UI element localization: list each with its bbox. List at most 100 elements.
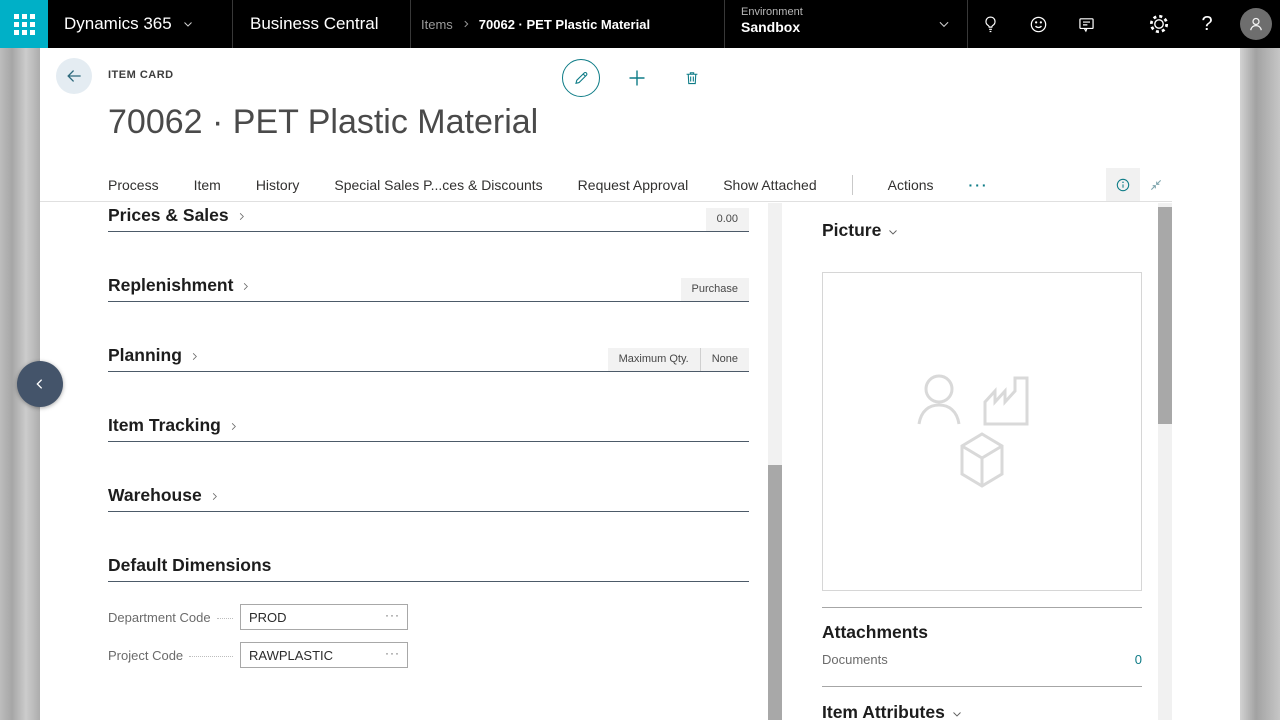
chevron-down-icon [887,226,899,238]
pencil-icon [571,68,591,88]
suite-name[interactable]: Business Central [250,0,379,48]
feedback-message-button[interactable] [1062,0,1110,48]
menu-process[interactable]: Process [108,177,159,193]
person-icon [1246,14,1266,34]
insights-button[interactable] [966,0,1014,48]
department-code-label: Department Code [108,610,211,625]
settings-button[interactable] [1135,0,1183,48]
menu-right-controls [1106,168,1172,202]
dynamics365-menu[interactable]: Dynamics 365 [64,0,194,48]
documents-count-link[interactable]: 0 [1135,652,1142,667]
section-default-dimensions-header[interactable]: Default Dimensions [108,555,271,576]
edit-button[interactable] [562,59,600,97]
assist-edit-button[interactable]: ··· [383,608,407,626]
suite-name-label: Business Central [250,14,379,34]
department-code-input[interactable] [241,610,383,625]
menu-request-approval[interactable]: Request Approval [578,177,689,193]
picture-title: Picture [822,220,881,241]
delete-button[interactable] [679,65,705,91]
breadcrumb-items-link[interactable]: Items [421,17,453,32]
plus-icon [625,66,649,90]
menu-show-attached[interactable]: Show Attached [723,177,816,193]
section-planning: Planning Maximum Qty. None [108,345,749,372]
section-summary-badge: 0.00 [706,208,749,231]
trash-icon [682,68,702,88]
product-name: Dynamics 365 [64,14,172,34]
section-summary-badge: Purchase [681,278,749,301]
attachments-title: Attachments [822,622,928,643]
speech-bubble-icon [1076,14,1097,35]
cube-outline-icon [962,434,1002,486]
menu-divider [852,175,853,195]
account-avatar[interactable] [1240,8,1272,40]
section-label: Item Tracking [108,415,221,436]
chevron-right-icon [209,491,220,502]
feedback-smiley-button[interactable] [1014,0,1062,48]
chevron-right-icon [189,351,200,362]
section-replenishment-header[interactable]: Replenishment [108,275,251,296]
section-label: Planning [108,345,182,366]
new-button[interactable] [624,65,650,91]
dotted-leader [217,618,233,619]
business-central-item-card-page: Dynamics 365 Business Central Items 7006… [0,0,1280,720]
factbox-scrollbar-track[interactable] [1158,203,1172,720]
lightbulb-icon [980,14,1001,35]
topbar-divider [410,0,411,48]
person-outline-icon [919,376,959,424]
item-placeholder-icon [907,362,1057,502]
topbar-divider [232,0,233,48]
menu-history[interactable]: History [256,177,300,193]
section-warehouse-header[interactable]: Warehouse [108,485,220,506]
chevron-down-icon [182,18,194,30]
fit-to-window-button[interactable] [1140,168,1172,201]
section-summary-badge: None [701,348,749,371]
smiley-icon [1028,14,1049,35]
info-icon [1114,176,1132,194]
factbox-divider [822,607,1142,608]
factbox-info-toggle[interactable] [1106,168,1140,201]
documents-row: Documents 0 [822,652,1142,667]
menu-item[interactable]: Item [194,177,221,193]
chevron-right-icon [240,281,251,292]
main-scrollbar-track[interactable] [768,203,782,720]
collapse-arrows-icon [1148,177,1164,193]
section-label: Replenishment [108,275,233,296]
section-prices-sales-header[interactable]: Prices & Sales [108,205,247,226]
project-code-input[interactable] [241,648,383,663]
page-caption: ITEM CARD [108,69,174,81]
section-prices-sales: Prices & Sales 0.00 [108,205,749,232]
arrow-left-icon [64,66,84,86]
section-planning-header[interactable]: Planning [108,345,200,366]
factory-outline-icon [985,378,1027,424]
item-attributes-section-header[interactable]: Item Attributes [822,702,963,720]
menu-special-sales-prices-discounts[interactable]: Special Sales P...ces & Discounts [334,177,542,193]
help-button[interactable]: ? [1183,0,1231,48]
menu-actions[interactable]: Actions [888,177,934,193]
item-attributes-title: Item Attributes [822,702,945,720]
main-scrollbar-thumb[interactable] [768,465,782,720]
chevron-down-icon [937,17,951,31]
item-card: ITEM CARD 70062 · PET Plastic Material P… [40,48,1240,720]
assist-edit-button[interactable]: ··· [383,646,407,664]
app-launcher-button[interactable] [0,0,48,48]
department-code-inputbox: ··· [240,604,408,630]
section-item-tracking-header[interactable]: Item Tracking [108,415,239,436]
project-code-inputbox: ··· [240,642,408,668]
picture-section-header[interactable]: Picture [822,220,899,241]
breadcrumb-current: 70062 · PET Plastic Material [479,17,650,32]
section-label: Default Dimensions [108,555,271,576]
item-picture-placeholder [822,272,1142,591]
section-label: Prices & Sales [108,205,229,226]
environment-label: Environment [741,6,967,18]
page-title: 70062 · PET Plastic Material [108,103,538,142]
chevron-right-icon [461,19,471,29]
section-default-dimensions: Default Dimensions [108,555,749,582]
gear-icon [1148,13,1170,35]
project-code-label: Project Code [108,648,183,663]
environment-picker[interactable]: Environment Sandbox [724,0,968,48]
factbox-scrollbar-thumb[interactable] [1158,207,1172,424]
chevron-left-icon [32,376,48,392]
collapse-panel-button[interactable] [17,361,63,407]
more-options-button[interactable]: ··· [969,177,989,193]
back-button[interactable] [56,58,92,94]
